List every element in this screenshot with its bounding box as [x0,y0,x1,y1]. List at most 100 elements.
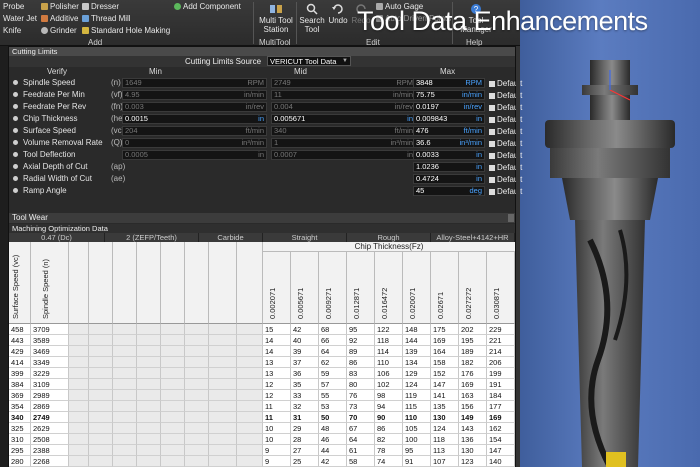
table-cell[interactable]: 134 [403,357,431,368]
table-cell[interactable]: 3109 [31,379,69,390]
table-cell[interactable] [209,335,237,346]
tool-wear-header[interactable]: Tool Wear [9,213,515,223]
table-cell[interactable]: 206 [487,357,515,368]
table-cell[interactable] [185,434,209,445]
limit-max-field[interactable]: 0.009843 in [413,114,485,124]
table-cell[interactable]: 114 [375,346,403,357]
table-cell[interactable]: 12 [263,379,291,390]
table-cell[interactable] [161,390,185,401]
table-cell[interactable] [137,368,161,379]
table-cell[interactable]: 61 [347,445,375,456]
thread-mill-button[interactable]: Thread Mill [82,14,131,23]
table-cell[interactable] [113,434,137,445]
polisher-button[interactable]: Polisher [41,2,79,11]
table-cell[interactable]: 169 [487,412,515,423]
limit-max-field[interactable]: 0.4724 in [413,174,485,184]
table-cell[interactable] [113,445,137,456]
table-cell[interactable]: 105 [403,423,431,434]
table-cell[interactable]: 3229 [31,368,69,379]
table-cell[interactable]: 42 [291,324,319,335]
radio-button[interactable] [13,92,18,97]
table-cell[interactable] [237,412,263,423]
table-cell[interactable] [113,456,137,467]
radio-button[interactable] [13,152,18,157]
limit-mid-field[interactable]: 11 in/min [271,90,416,100]
table-cell[interactable]: 130 [431,412,459,423]
table-cell[interactable] [69,445,89,456]
table-cell[interactable]: 42 [319,456,347,467]
table-cell[interactable]: 92 [347,335,375,346]
knife-button[interactable]: Knife [3,26,21,35]
table-cell[interactable]: 3589 [31,335,69,346]
table-cell[interactable]: 163 [459,390,487,401]
table-cell[interactable]: 58 [347,456,375,467]
table-cell[interactable] [237,346,263,357]
panel-scrollbar[interactable] [516,46,520,467]
table-cell[interactable]: 90 [375,412,403,423]
table-cell[interactable]: 144 [403,335,431,346]
table-cell[interactable]: 141 [431,390,459,401]
table-cell[interactable] [69,390,89,401]
table-cell[interactable]: 53 [319,401,347,412]
table-cell[interactable]: 177 [487,401,515,412]
table-cell[interactable]: 176 [459,368,487,379]
table-cell[interactable] [209,423,237,434]
table-cell[interactable]: 67 [347,423,375,434]
table-cell[interactable] [137,423,161,434]
limit-max-field[interactable]: 476 ft/min [413,126,485,136]
table-cell[interactable]: 62 [319,357,347,368]
table-cell[interactable] [113,357,137,368]
table-cell[interactable]: 68 [319,324,347,335]
table-cell[interactable] [185,346,209,357]
table-cell[interactable]: 10 [263,423,291,434]
table-cell[interactable] [237,423,263,434]
table-cell[interactable]: 107 [431,456,459,467]
radio-button[interactable] [13,116,18,121]
table-cell[interactable] [161,412,185,423]
table-cell[interactable]: 191 [487,379,515,390]
radio-button[interactable] [13,164,18,169]
table-cell[interactable] [89,445,113,456]
table-cell[interactable]: 123 [459,456,487,467]
table-cell[interactable] [237,335,263,346]
table-cell[interactable]: 12 [263,390,291,401]
table-cell[interactable]: 110 [375,357,403,368]
limit-max-field[interactable]: 0.0033 in [413,150,485,160]
limit-max-field[interactable]: 45 deg [413,186,485,196]
radio-button[interactable] [13,140,18,145]
table-cell[interactable] [137,401,161,412]
table-cell[interactable]: 86 [375,423,403,434]
table-cell[interactable]: 340 [9,412,31,423]
table-cell[interactable] [161,456,185,467]
table-cell[interactable] [113,390,137,401]
table-cell[interactable]: 156 [459,401,487,412]
table-cell[interactable]: 429 [9,346,31,357]
water-jet-button[interactable]: Water Jet [3,14,37,23]
table-cell[interactable]: 14 [263,346,291,357]
table-cell[interactable]: 2869 [31,401,69,412]
table-cell[interactable]: 46 [319,434,347,445]
table-cell[interactable]: 9 [263,445,291,456]
table-cell[interactable]: 2508 [31,434,69,445]
table-cell[interactable]: 86 [347,357,375,368]
table-cell[interactable]: 78 [375,445,403,456]
table-cell[interactable]: 2388 [31,445,69,456]
table-cell[interactable] [185,401,209,412]
table-cell[interactable]: 2749 [31,412,69,423]
limit-min-field[interactable]: 4.95 in/min [122,90,267,100]
table-cell[interactable] [69,412,89,423]
table-cell[interactable]: 169 [459,379,487,390]
limit-max-field[interactable]: 75.75 in/min [413,90,485,100]
limit-min-field[interactable]: 0.0015 in [122,114,267,124]
table-cell[interactable] [237,379,263,390]
table-cell[interactable] [113,346,137,357]
table-cell[interactable] [185,324,209,335]
table-cell[interactable]: 59 [319,368,347,379]
table-cell[interactable] [137,379,161,390]
table-cell[interactable]: 199 [487,368,515,379]
table-cell[interactable]: 27 [291,445,319,456]
radio-button[interactable] [13,104,18,109]
table-cell[interactable]: 175 [431,324,459,335]
table-cell[interactable]: 136 [459,434,487,445]
table-cell[interactable] [137,324,161,335]
